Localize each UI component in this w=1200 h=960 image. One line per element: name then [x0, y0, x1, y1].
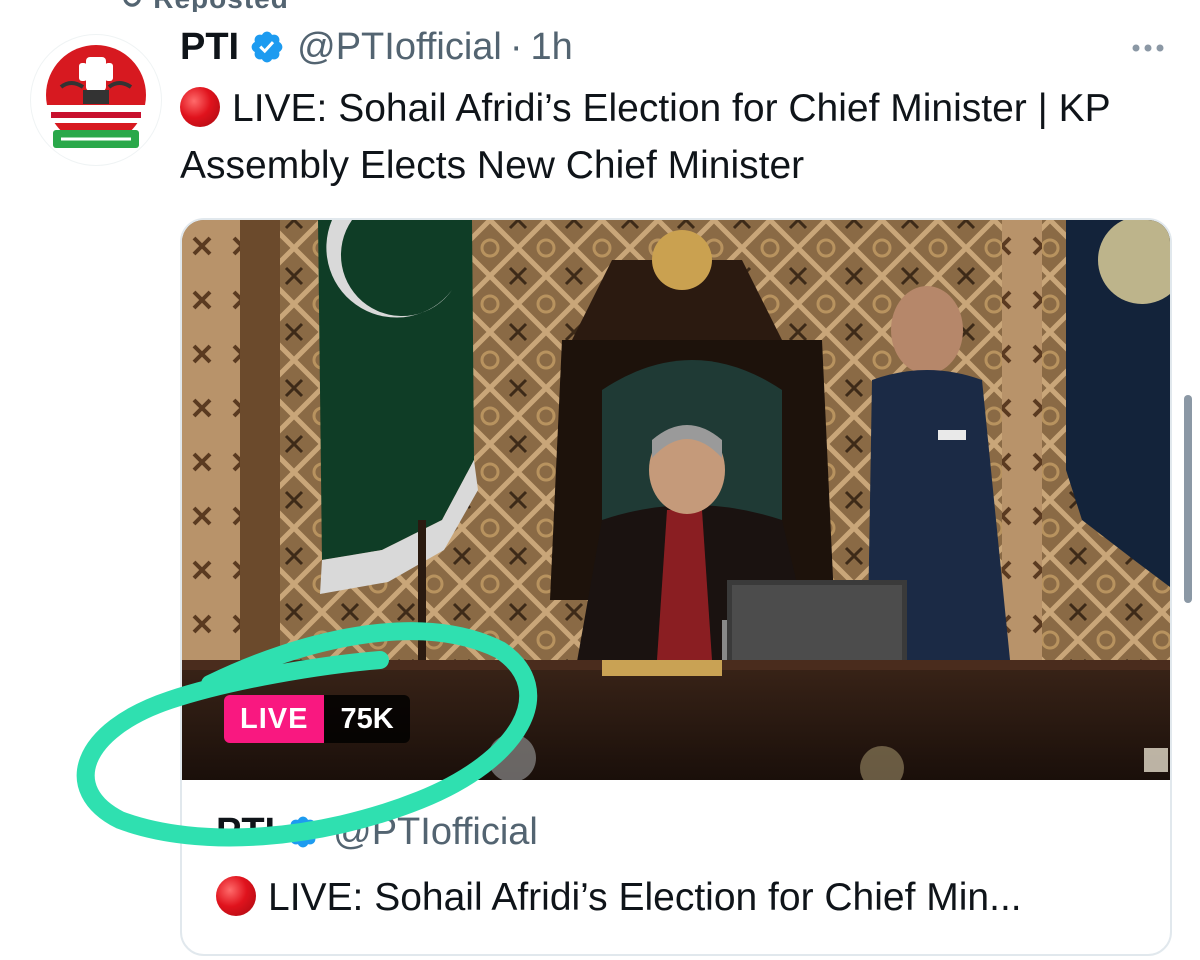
pti-logo-icon [45, 45, 147, 148]
red-circle-icon [180, 87, 220, 127]
verified-badge-icon [251, 31, 283, 63]
header-separator: · [509, 25, 523, 68]
tweet-text-content: LIVE: Sohail Afridi’s Election for Chief… [180, 87, 1110, 187]
viewer-count: 75K [324, 695, 410, 743]
tweet-header: PTI @PTIofficial · 1h [180, 22, 573, 72]
live-label: LIVE [224, 695, 325, 743]
author-avatar[interactable] [30, 34, 162, 166]
card-author-name: PTI [216, 810, 276, 853]
repost-text-fragment: ↻ Reposted [120, 0, 289, 12]
tweet-text: LIVE: Sohail Afridi’s Election for Chief… [180, 80, 1180, 194]
repost-header-fragment: ↻ Reposted [0, 0, 1200, 12]
video-thumbnail[interactable]: LIVE 75K [182, 220, 1170, 780]
author-name[interactable]: PTI [180, 26, 239, 69]
red-circle-icon [216, 876, 256, 916]
page-scrollbar[interactable] [1184, 395, 1192, 603]
card-author-handle: @PTIofficial [333, 810, 538, 853]
tweet-timestamp[interactable]: 1h [531, 26, 573, 69]
tweet-page: ↻ Reposted PTI @PTIofficial · 1h [0, 0, 1200, 960]
author-handle[interactable]: @PTIofficial [297, 26, 502, 69]
verified-badge-icon [287, 816, 319, 848]
card-title: LIVE: Sohail Afridi’s Election for Chief… [216, 870, 1156, 926]
more-options-icon [1132, 44, 1164, 52]
live-viewer-badge: LIVE 75K [224, 695, 410, 743]
card-author-row: PTI @PTIofficial [216, 805, 538, 859]
card-title-text: LIVE: Sohail Afridi’s Election for Chief… [268, 876, 1022, 919]
more-options-button[interactable] [1126, 28, 1170, 68]
broadcast-card[interactable]: LIVE 75K PTI @PTIofficial LIVE: Sohail A… [180, 218, 1172, 956]
